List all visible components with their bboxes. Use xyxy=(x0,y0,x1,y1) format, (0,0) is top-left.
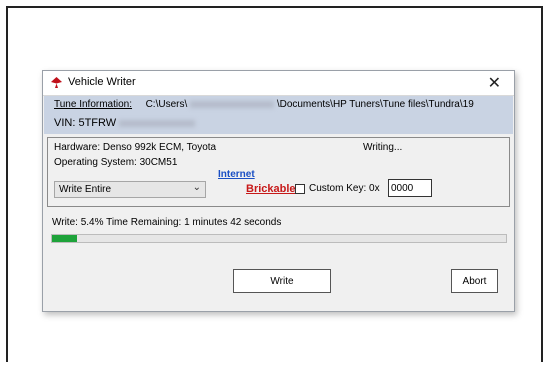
custom-key-checkbox[interactable] xyxy=(295,184,305,194)
close-icon[interactable]: ✕ xyxy=(488,73,501,93)
vehicle-info-group: Hardware: Denso 992k ECM, Toyota Writing… xyxy=(47,137,510,207)
chevron-down-icon: ⌄ xyxy=(192,182,201,193)
abort-button[interactable]: Abort xyxy=(451,269,498,293)
vin-line: VIN: 5TFRW xyxy=(54,117,196,129)
redacted-username xyxy=(190,100,275,108)
progress-bar-fill xyxy=(52,235,77,242)
internet-link[interactable]: Internet xyxy=(218,169,255,180)
vehicle-writer-dialog: Vehicle Writer ✕ Tune Information: C:\Us… xyxy=(42,70,515,312)
hp-tuners-logo-icon xyxy=(51,77,62,88)
window-title: Vehicle Writer xyxy=(68,76,136,88)
hardware-text: Hardware: Denso 992k ECM, Toyota xyxy=(54,142,217,153)
operating-system-text: Operating System: 30CM51 xyxy=(54,157,178,168)
progress-bar xyxy=(51,234,507,243)
tune-info-label: Tune Information: xyxy=(54,99,133,110)
custom-key-input[interactable] xyxy=(388,179,432,197)
tune-path-end: \Documents\HP Tuners\Tune files\Tundra\1… xyxy=(276,99,474,110)
write-mode-value: Write Entire xyxy=(59,184,112,195)
tune-path-line: Tune Information: C:\Users\ \Documents\H… xyxy=(54,99,474,110)
tune-info-panel: Tune Information: C:\Users\ \Documents\H… xyxy=(44,96,513,134)
brickable-link[interactable]: Brickable xyxy=(246,183,296,195)
redacted-vin xyxy=(119,119,196,127)
write-status-text: Writing... xyxy=(363,142,403,153)
title-bar[interactable]: Vehicle Writer ✕ xyxy=(43,71,514,96)
write-button[interactable]: Write xyxy=(233,269,331,293)
custom-key-label: Custom Key: 0x xyxy=(309,183,380,194)
vin-label: VIN: 5TFRW xyxy=(54,117,117,129)
progress-status-text: Write: 5.4% Time Remaining: 1 minutes 42… xyxy=(52,217,282,228)
write-mode-select[interactable]: Write Entire ⌄ xyxy=(54,181,206,198)
tune-path-start: C:\Users\ xyxy=(145,99,188,110)
